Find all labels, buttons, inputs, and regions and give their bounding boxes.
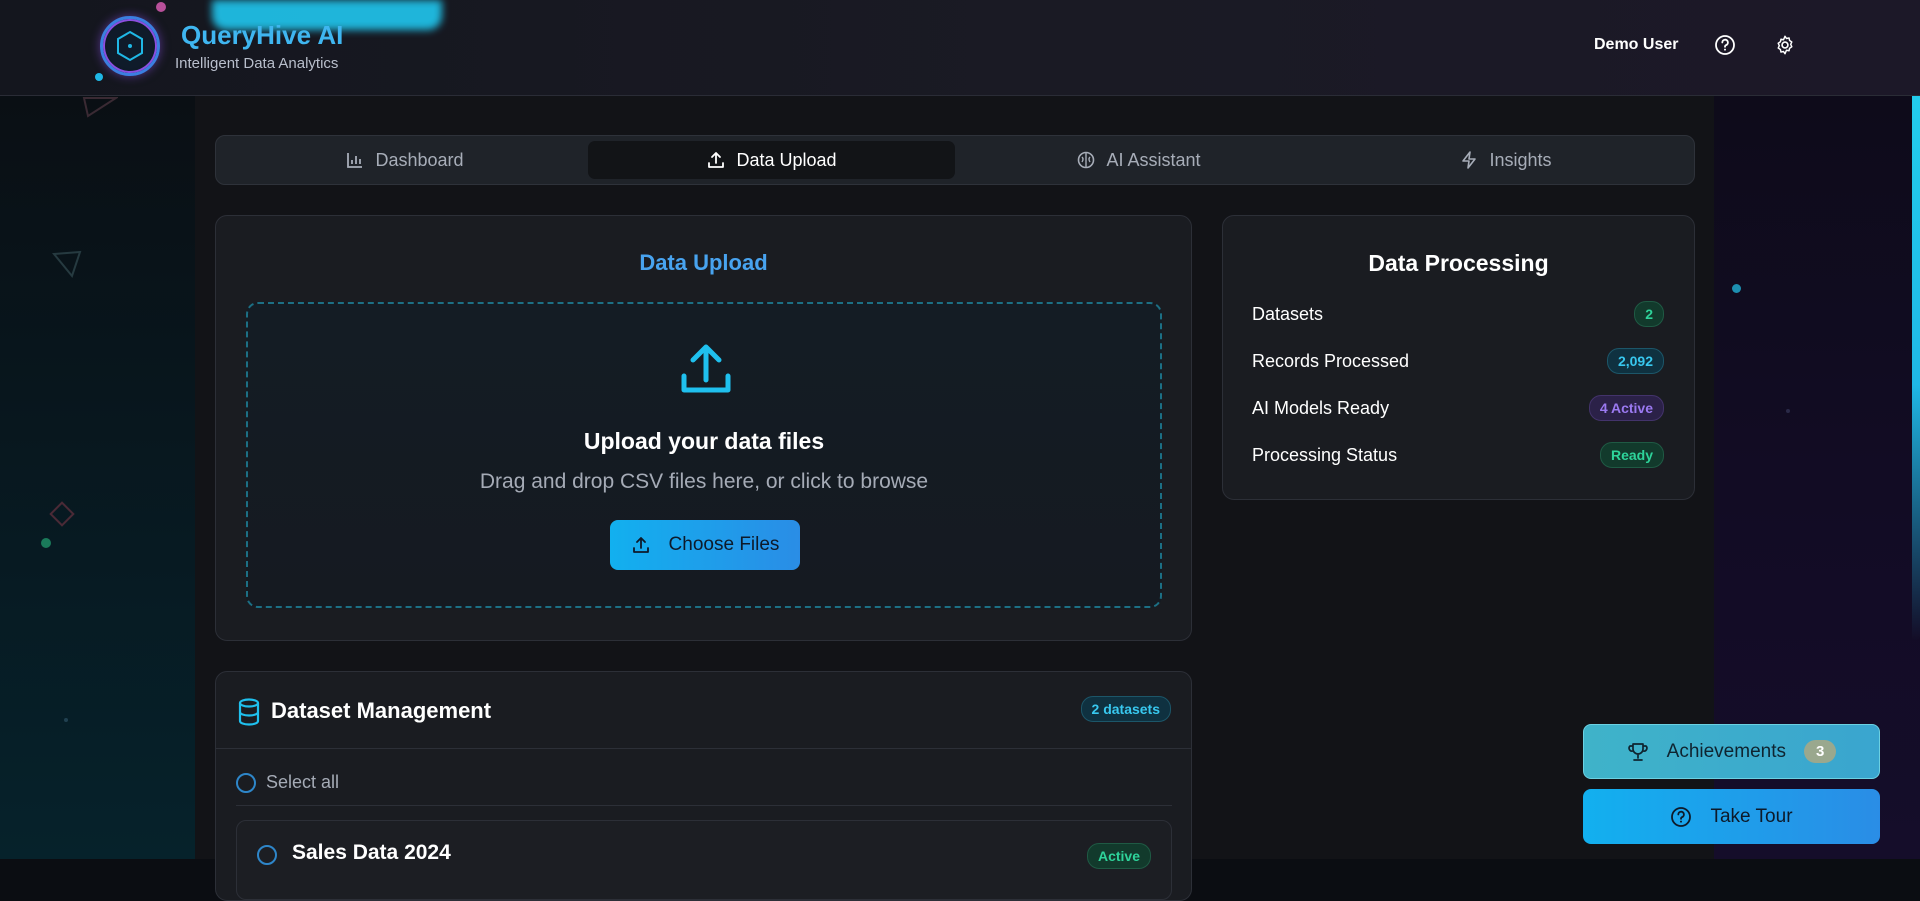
tab-label: Insights bbox=[1489, 149, 1552, 170]
processing-label: AI Models Ready bbox=[1252, 397, 1390, 418]
select-all-checkbox[interactable]: Select all bbox=[236, 772, 339, 793]
dot-decoration bbox=[64, 718, 68, 722]
upload-card: Data Upload Upload your data files Drag … bbox=[215, 215, 1192, 641]
dot-decoration bbox=[156, 2, 166, 12]
dataset-management-title: Dataset Management bbox=[271, 698, 492, 723]
achievements-count-badge: 3 bbox=[1804, 740, 1837, 763]
dot-decoration bbox=[41, 538, 51, 548]
dataset-list-item[interactable]: Sales Data 2024 Active bbox=[236, 820, 1172, 900]
achievements-label: Achievements bbox=[1666, 740, 1786, 762]
app-header: QueryHive AI Intelligent Data Analytics … bbox=[0, 0, 1920, 96]
status-badge: 2 bbox=[1634, 301, 1664, 327]
status-badge: Ready bbox=[1599, 442, 1664, 468]
help-circle-icon[interactable] bbox=[1713, 33, 1737, 57]
tab-dashboard[interactable]: Dashboard bbox=[221, 141, 588, 179]
achievements-button[interactable]: Achievements 3 bbox=[1583, 724, 1880, 779]
dataset-select-radio[interactable] bbox=[257, 845, 277, 865]
triangle-decoration-icon bbox=[52, 250, 82, 279]
status-badge: 2,092 bbox=[1606, 348, 1664, 374]
dot-decoration bbox=[1786, 409, 1790, 413]
tab-label: Dashboard bbox=[375, 149, 464, 170]
gear-icon[interactable] bbox=[1773, 33, 1797, 57]
dot-decoration bbox=[1732, 284, 1741, 293]
processing-label: Processing Status bbox=[1252, 444, 1398, 465]
datasets-count-badge: 2 datasets bbox=[1080, 696, 1171, 722]
brand-subtitle: Intelligent Data Analytics bbox=[175, 55, 339, 72]
dropzone-subtitle: Drag and drop CSV files here, or click t… bbox=[479, 470, 929, 493]
take-tour-label: Take Tour bbox=[1710, 805, 1793, 827]
dataset-name: Sales Data 2024 bbox=[292, 841, 451, 864]
upload-icon bbox=[632, 537, 649, 553]
background-left bbox=[0, 96, 195, 859]
diamond-decoration-icon bbox=[49, 501, 75, 527]
processing-row-ai-models: AI Models Ready 4 Active bbox=[1252, 394, 1664, 422]
bar-chart-icon bbox=[347, 153, 363, 168]
choose-files-button[interactable]: Choose Files bbox=[610, 520, 800, 570]
brand-title: QueryHive AI bbox=[181, 20, 344, 50]
select-all-radio[interactable] bbox=[236, 772, 256, 793]
upload-card-title: Data Upload bbox=[639, 250, 768, 275]
file-dropzone[interactable]: Upload your data files Drag and drop CSV… bbox=[246, 302, 1162, 608]
tab-label: AI Assistant bbox=[1106, 149, 1201, 170]
dataset-management-card: Dataset Management 2 datasets Select all… bbox=[215, 671, 1192, 901]
status-badge: 4 Active bbox=[1588, 395, 1664, 421]
processing-row-datasets bbox=[1253, 516, 1665, 544]
processing-row-records: Records Processed 2,092 bbox=[1252, 347, 1664, 375]
divider bbox=[216, 748, 1191, 749]
tab-data-upload[interactable]: Data Upload bbox=[588, 141, 955, 179]
lightning-icon bbox=[1462, 151, 1477, 169]
upload-icon bbox=[681, 344, 731, 393]
select-all-label: Select all bbox=[266, 772, 340, 792]
tab-insights[interactable]: Insights bbox=[1322, 141, 1689, 179]
help-circle-icon bbox=[1671, 806, 1692, 827]
upload-icon bbox=[708, 152, 725, 168]
triangle-decoration-icon bbox=[82, 97, 118, 118]
edge-glow bbox=[1912, 0, 1920, 640]
app-logo[interactable] bbox=[100, 16, 160, 76]
main-tabs: Dashboard Data Upload AI Assistant Insig… bbox=[215, 135, 1695, 185]
processing-row-status: Processing Status Ready bbox=[1252, 441, 1664, 469]
database-icon bbox=[238, 698, 260, 726]
choose-files-label: Choose Files bbox=[668, 534, 780, 555]
processing-label: Datasets bbox=[1252, 303, 1324, 324]
tab-ai-assistant[interactable]: AI Assistant bbox=[955, 141, 1322, 179]
processing-title: Data Processing bbox=[1368, 250, 1549, 276]
trophy-icon bbox=[1627, 742, 1648, 761]
user-name[interactable]: Demo User bbox=[1594, 36, 1678, 54]
tab-label: Data Upload bbox=[736, 149, 837, 170]
dropzone-title: Upload your data files bbox=[583, 428, 825, 454]
processing-row-datasets: Datasets 2 bbox=[1252, 300, 1664, 328]
processing-label: Records Processed bbox=[1252, 350, 1410, 371]
dot-decoration bbox=[95, 73, 103, 81]
divider bbox=[236, 805, 1172, 806]
hexagon-logo-icon bbox=[117, 30, 143, 62]
status-badge: Active bbox=[1086, 843, 1151, 869]
brain-icon bbox=[1078, 151, 1095, 169]
take-tour-button[interactable]: Take Tour bbox=[1583, 789, 1880, 844]
